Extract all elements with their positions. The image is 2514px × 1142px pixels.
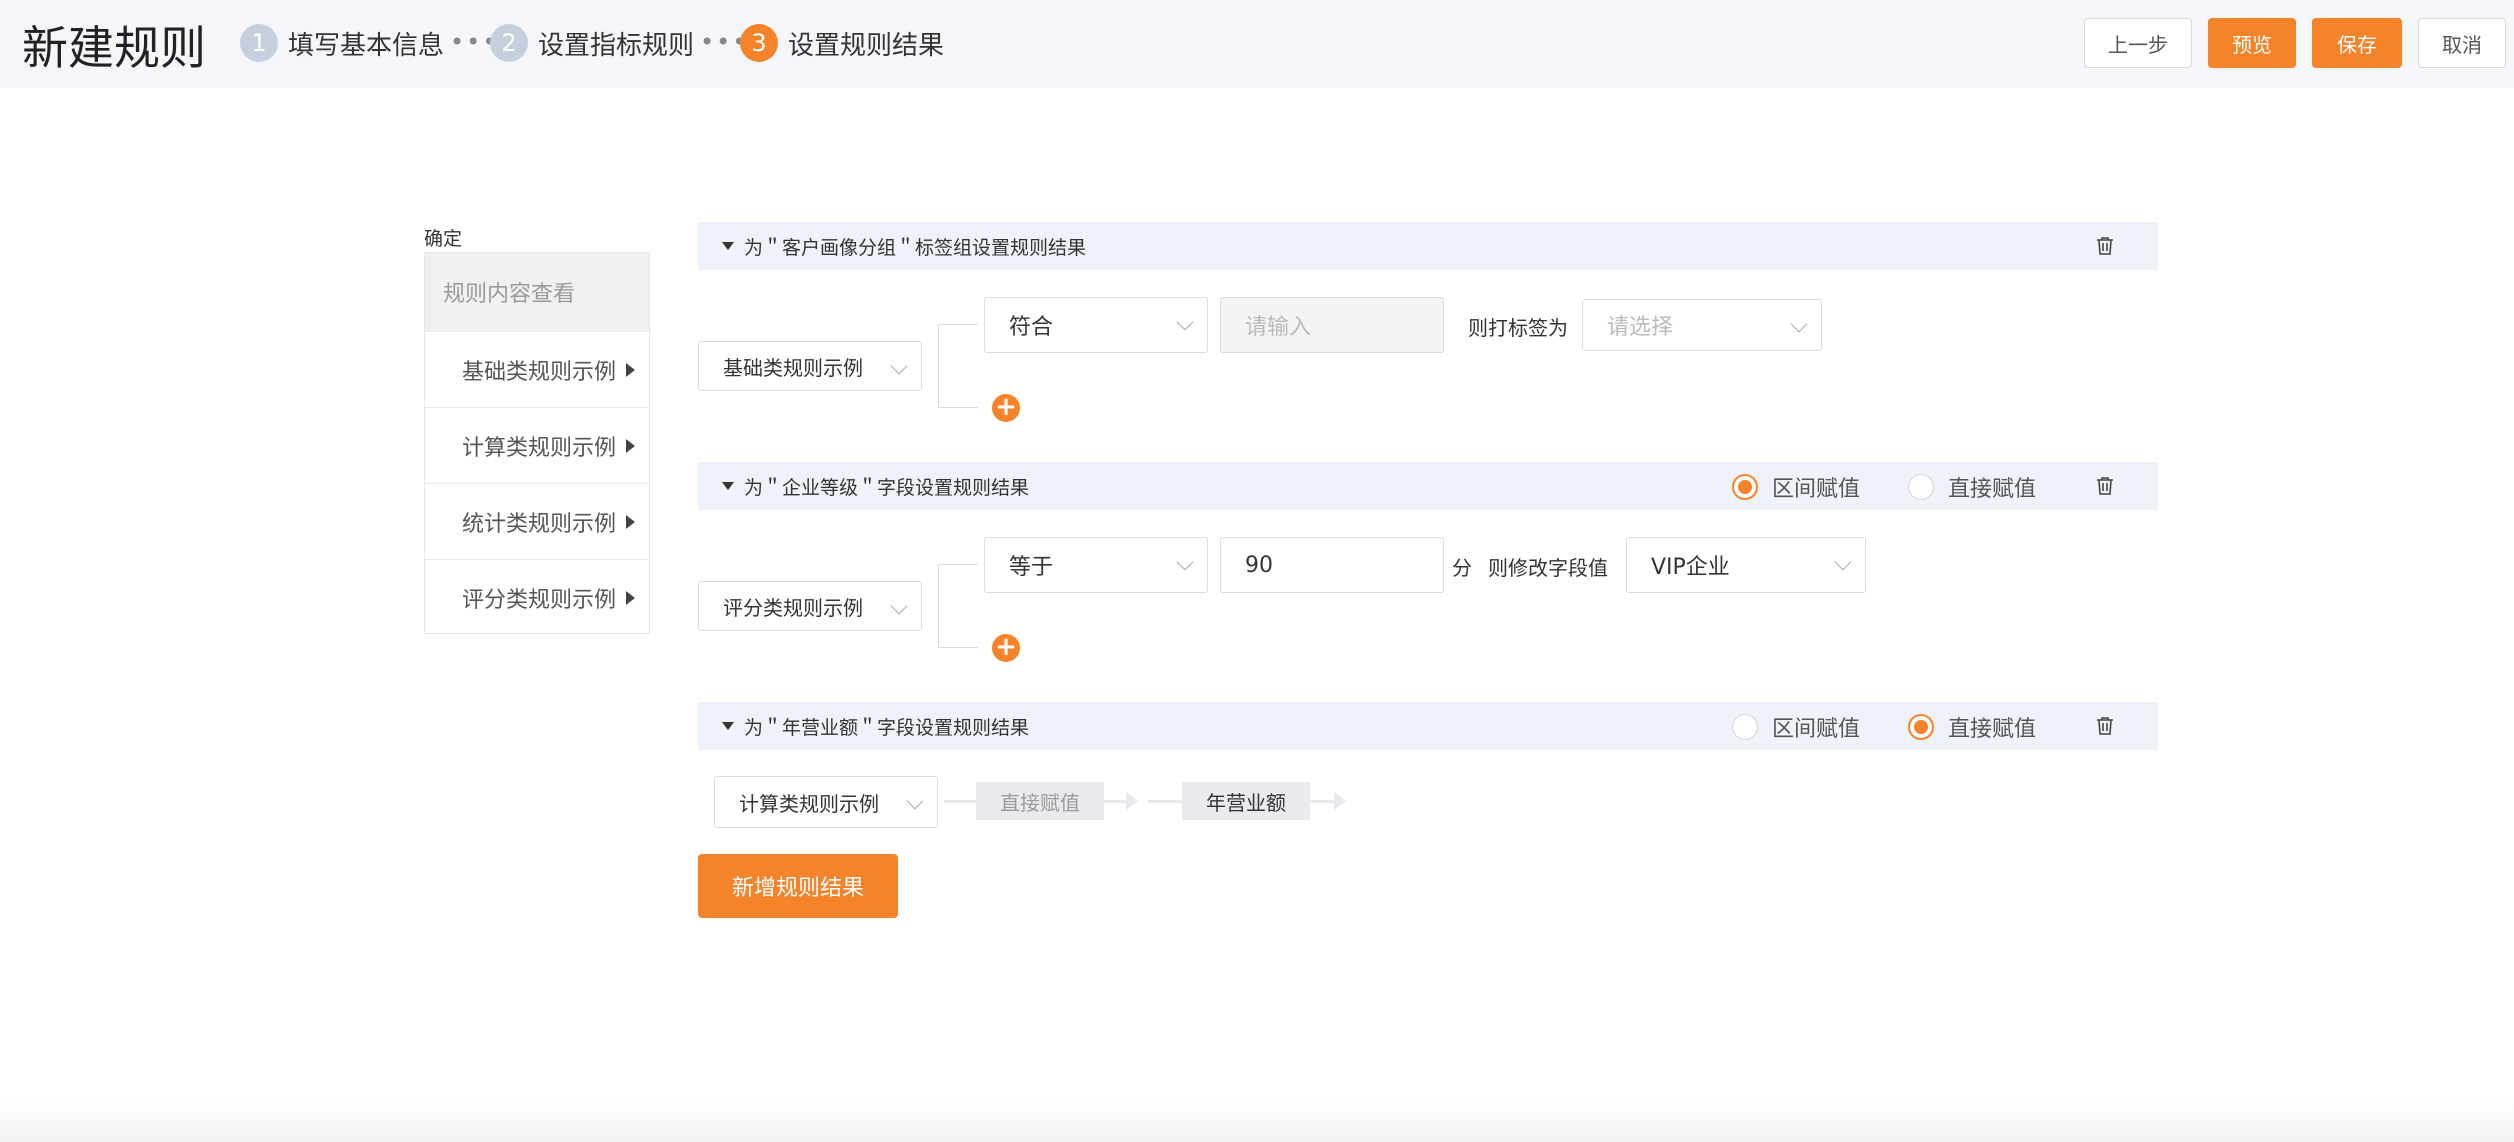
add-condition-icon[interactable]: + xyxy=(992,394,1020,422)
field-value-select[interactable]: VIP企业 xyxy=(1626,537,1866,593)
section-header[interactable]: 为＂企业等级＂字段设置规则结果 区间赋值 直接赋值 xyxy=(698,462,2158,510)
select-value: 符合 xyxy=(1009,315,1054,340)
radio-unselected-icon[interactable] xyxy=(1908,474,1934,500)
radio-label: 区间赋值 xyxy=(1772,717,1861,742)
chevron-down-icon xyxy=(906,792,924,810)
tag-select[interactable]: 请选择 xyxy=(1582,299,1822,351)
save-button[interactable]: 保存 xyxy=(2312,18,2402,68)
select-value: 计算类规则示例 xyxy=(739,791,879,816)
condition-select[interactable]: 等于 xyxy=(984,537,1208,593)
sidebar-item-label: 计算类规则示例 xyxy=(461,435,616,461)
flow-step-direct: 直接赋值 xyxy=(976,782,1104,820)
chevron-down-icon xyxy=(1176,313,1194,331)
collapse-caret-icon[interactable] xyxy=(722,242,734,250)
select-value: 等于 xyxy=(1009,555,1054,580)
trash-icon[interactable] xyxy=(2096,476,2114,496)
arrow-right-icon xyxy=(1126,792,1138,810)
condition-bracket xyxy=(938,324,978,408)
select-placeholder: 请选择 xyxy=(1607,315,1674,340)
preview-button[interactable]: 预览 xyxy=(2208,18,2296,68)
radio-direct[interactable]: 直接赋值 xyxy=(1908,471,2036,503)
condition-bracket xyxy=(938,564,978,648)
rule-example-panel: 规则内容查看 基础类规则示例 计算类规则示例 统计类规则示例 评分类规则示例 xyxy=(424,252,650,634)
chevron-down-icon xyxy=(1834,553,1852,571)
step-number: 3 xyxy=(740,24,778,62)
radio-unselected-icon[interactable] xyxy=(1732,714,1758,740)
step-label: 设置指标规则 xyxy=(538,30,695,61)
flow-target-field: 年营业额 xyxy=(1182,782,1310,820)
caret-right-icon xyxy=(626,590,635,605)
chevron-down-icon xyxy=(890,597,908,615)
select-value: 基础类规则示例 xyxy=(723,355,863,380)
select-value: VIP企业 xyxy=(1651,555,1730,580)
sidebar-item-statistics[interactable]: 统计类规则示例 xyxy=(425,483,649,559)
unit-label: 分 xyxy=(1452,556,1472,580)
step-label: 设置规则结果 xyxy=(788,30,945,61)
trash-icon[interactable] xyxy=(2096,236,2114,256)
chevron-down-icon xyxy=(1790,315,1808,333)
collapse-caret-icon[interactable] xyxy=(722,722,734,730)
sidebar-item-basic[interactable]: 基础类规则示例 xyxy=(425,331,649,407)
then-label: 则修改字段值 xyxy=(1488,556,1608,580)
bottom-shadow xyxy=(0,1100,2514,1142)
caret-right-icon xyxy=(626,438,635,453)
collapse-caret-icon[interactable] xyxy=(722,482,734,490)
prev-step-button[interactable]: 上一步 xyxy=(2084,18,2192,68)
sidebar-item-scoring[interactable]: 评分类规则示例 xyxy=(425,559,649,635)
radio-selected-icon[interactable] xyxy=(1908,714,1934,740)
step-3: 3 设置规则结果 xyxy=(740,22,944,64)
radio-label: 直接赋值 xyxy=(1948,477,2037,502)
radio-range[interactable]: 区间赋值 xyxy=(1732,471,1860,503)
radio-range[interactable]: 区间赋值 xyxy=(1732,711,1860,743)
then-label: 则打标签为 xyxy=(1468,316,1568,340)
select-value: 评分类规则示例 xyxy=(723,595,863,620)
radio-selected-icon[interactable] xyxy=(1732,474,1758,500)
value-input[interactable]: 请输入 xyxy=(1220,297,1444,353)
page-title: 新建规则 xyxy=(22,21,206,75)
add-condition-icon[interactable]: + xyxy=(992,634,1020,662)
chevron-down-icon xyxy=(1176,553,1194,571)
section-header[interactable]: 为＂客户画像分组＂标签组设置规则结果 xyxy=(698,222,2158,270)
sidebar-item-calculation[interactable]: 计算类规则示例 xyxy=(425,407,649,483)
rule-type-select[interactable]: 计算类规则示例 xyxy=(714,776,938,828)
radio-direct[interactable]: 直接赋值 xyxy=(1908,711,2036,743)
caret-right-icon xyxy=(626,362,635,377)
arrow-right-icon xyxy=(1334,792,1346,810)
rule-type-select[interactable]: 评分类规则示例 xyxy=(698,581,922,631)
chevron-down-icon xyxy=(890,357,908,375)
input-value: 90 xyxy=(1245,552,1273,578)
trash-icon[interactable] xyxy=(2096,716,2114,736)
score-input[interactable]: 90 xyxy=(1220,537,1444,593)
step-label: 填写基本信息 xyxy=(288,30,445,61)
add-rule-result-button[interactable]: 新增规则结果 xyxy=(698,854,898,918)
sidebar-item-label: 基础类规则示例 xyxy=(461,359,616,385)
section-title: 为＂年营业额＂字段设置规则结果 xyxy=(744,716,1030,739)
top-bar: 新建规则 1 填写基本信息 ••• 2 设置指标规则 ••• 3 设置规则结果 … xyxy=(0,0,2514,88)
condition-select[interactable]: 符合 xyxy=(984,297,1208,353)
caret-right-icon xyxy=(626,514,635,529)
sidebar-item-label: 评分类规则示例 xyxy=(461,587,616,613)
confirm-label[interactable]: 确定 xyxy=(424,224,462,251)
step-2: 2 设置指标规则 xyxy=(490,22,694,64)
panel-title: 规则内容查看 xyxy=(425,253,649,331)
rule-type-select[interactable]: 基础类规则示例 xyxy=(698,341,922,391)
cancel-button[interactable]: 取消 xyxy=(2418,18,2506,68)
section-header[interactable]: 为＂年营业额＂字段设置规则结果 区间赋值 直接赋值 xyxy=(698,702,2158,750)
section-title: 为＂企业等级＂字段设置规则结果 xyxy=(744,476,1030,499)
input-placeholder: 请输入 xyxy=(1245,315,1312,340)
step-number: 2 xyxy=(490,24,528,62)
radio-label: 直接赋值 xyxy=(1948,717,2037,742)
step-number: 1 xyxy=(240,24,278,62)
sidebar-item-label: 统计类规则示例 xyxy=(461,511,616,537)
step-1: 1 填写基本信息 xyxy=(240,22,444,64)
section-title: 为＂客户画像分组＂标签组设置规则结果 xyxy=(744,236,1087,259)
radio-label: 区间赋值 xyxy=(1772,477,1861,502)
